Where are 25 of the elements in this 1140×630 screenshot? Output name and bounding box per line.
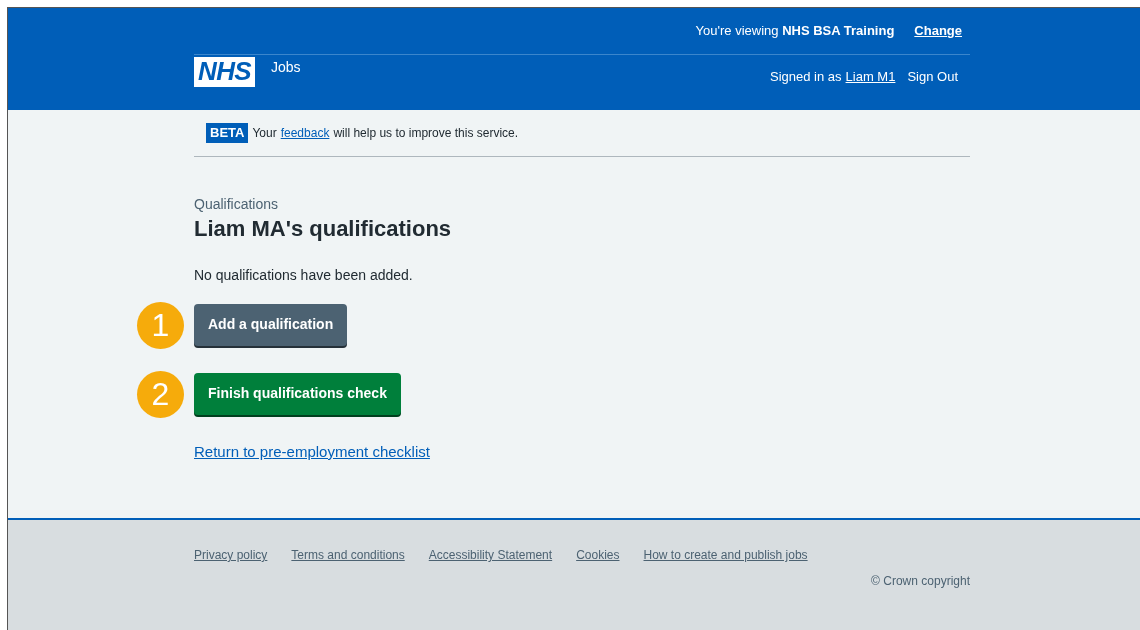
feedback-link[interactable]: feedback	[280, 123, 330, 142]
footer-link[interactable]: How to create and publish jobs	[643, 546, 808, 564]
footer-link[interactable]: Accessibility Statement	[428, 546, 553, 564]
viewing-text: You're viewing NHS BSA Training	[695, 22, 895, 41]
back-link[interactable]: Return to pre-employment checklist	[194, 440, 430, 463]
beta-tag: BETA	[206, 123, 249, 143]
banner-text: will help us to improve this service.	[333, 124, 519, 142]
footer-link[interactable]: Terms and conditions	[291, 546, 405, 564]
change-link[interactable]: Change	[914, 21, 962, 41]
banner-text: Your	[252, 124, 277, 142]
copyright-text: © Crown copyright	[871, 573, 970, 590]
page-caption: Qualifications	[194, 194, 280, 214]
footer-link[interactable]: Cookies	[576, 546, 620, 564]
user-link[interactable]: Liam M1	[845, 67, 896, 87]
service-name: Jobs	[269, 58, 301, 77]
footer-link[interactable]: Privacy policy	[194, 546, 268, 564]
page-heading: Liam MA's qualifications	[194, 214, 453, 243]
add-button[interactable]: Add a qualification	[194, 303, 348, 346]
nhs-logo[interactable]: NHS	[194, 57, 255, 87]
step-marker: 2	[137, 370, 184, 418]
signed-in-text: Signed in as	[770, 68, 842, 86]
sign-out-link[interactable]: Sign Out	[907, 67, 958, 87]
finish-button[interactable]: Finish qualifications check	[194, 372, 401, 415]
step-marker: 1	[137, 301, 184, 349]
body-text: No qualifications have been added.	[194, 265, 414, 285]
